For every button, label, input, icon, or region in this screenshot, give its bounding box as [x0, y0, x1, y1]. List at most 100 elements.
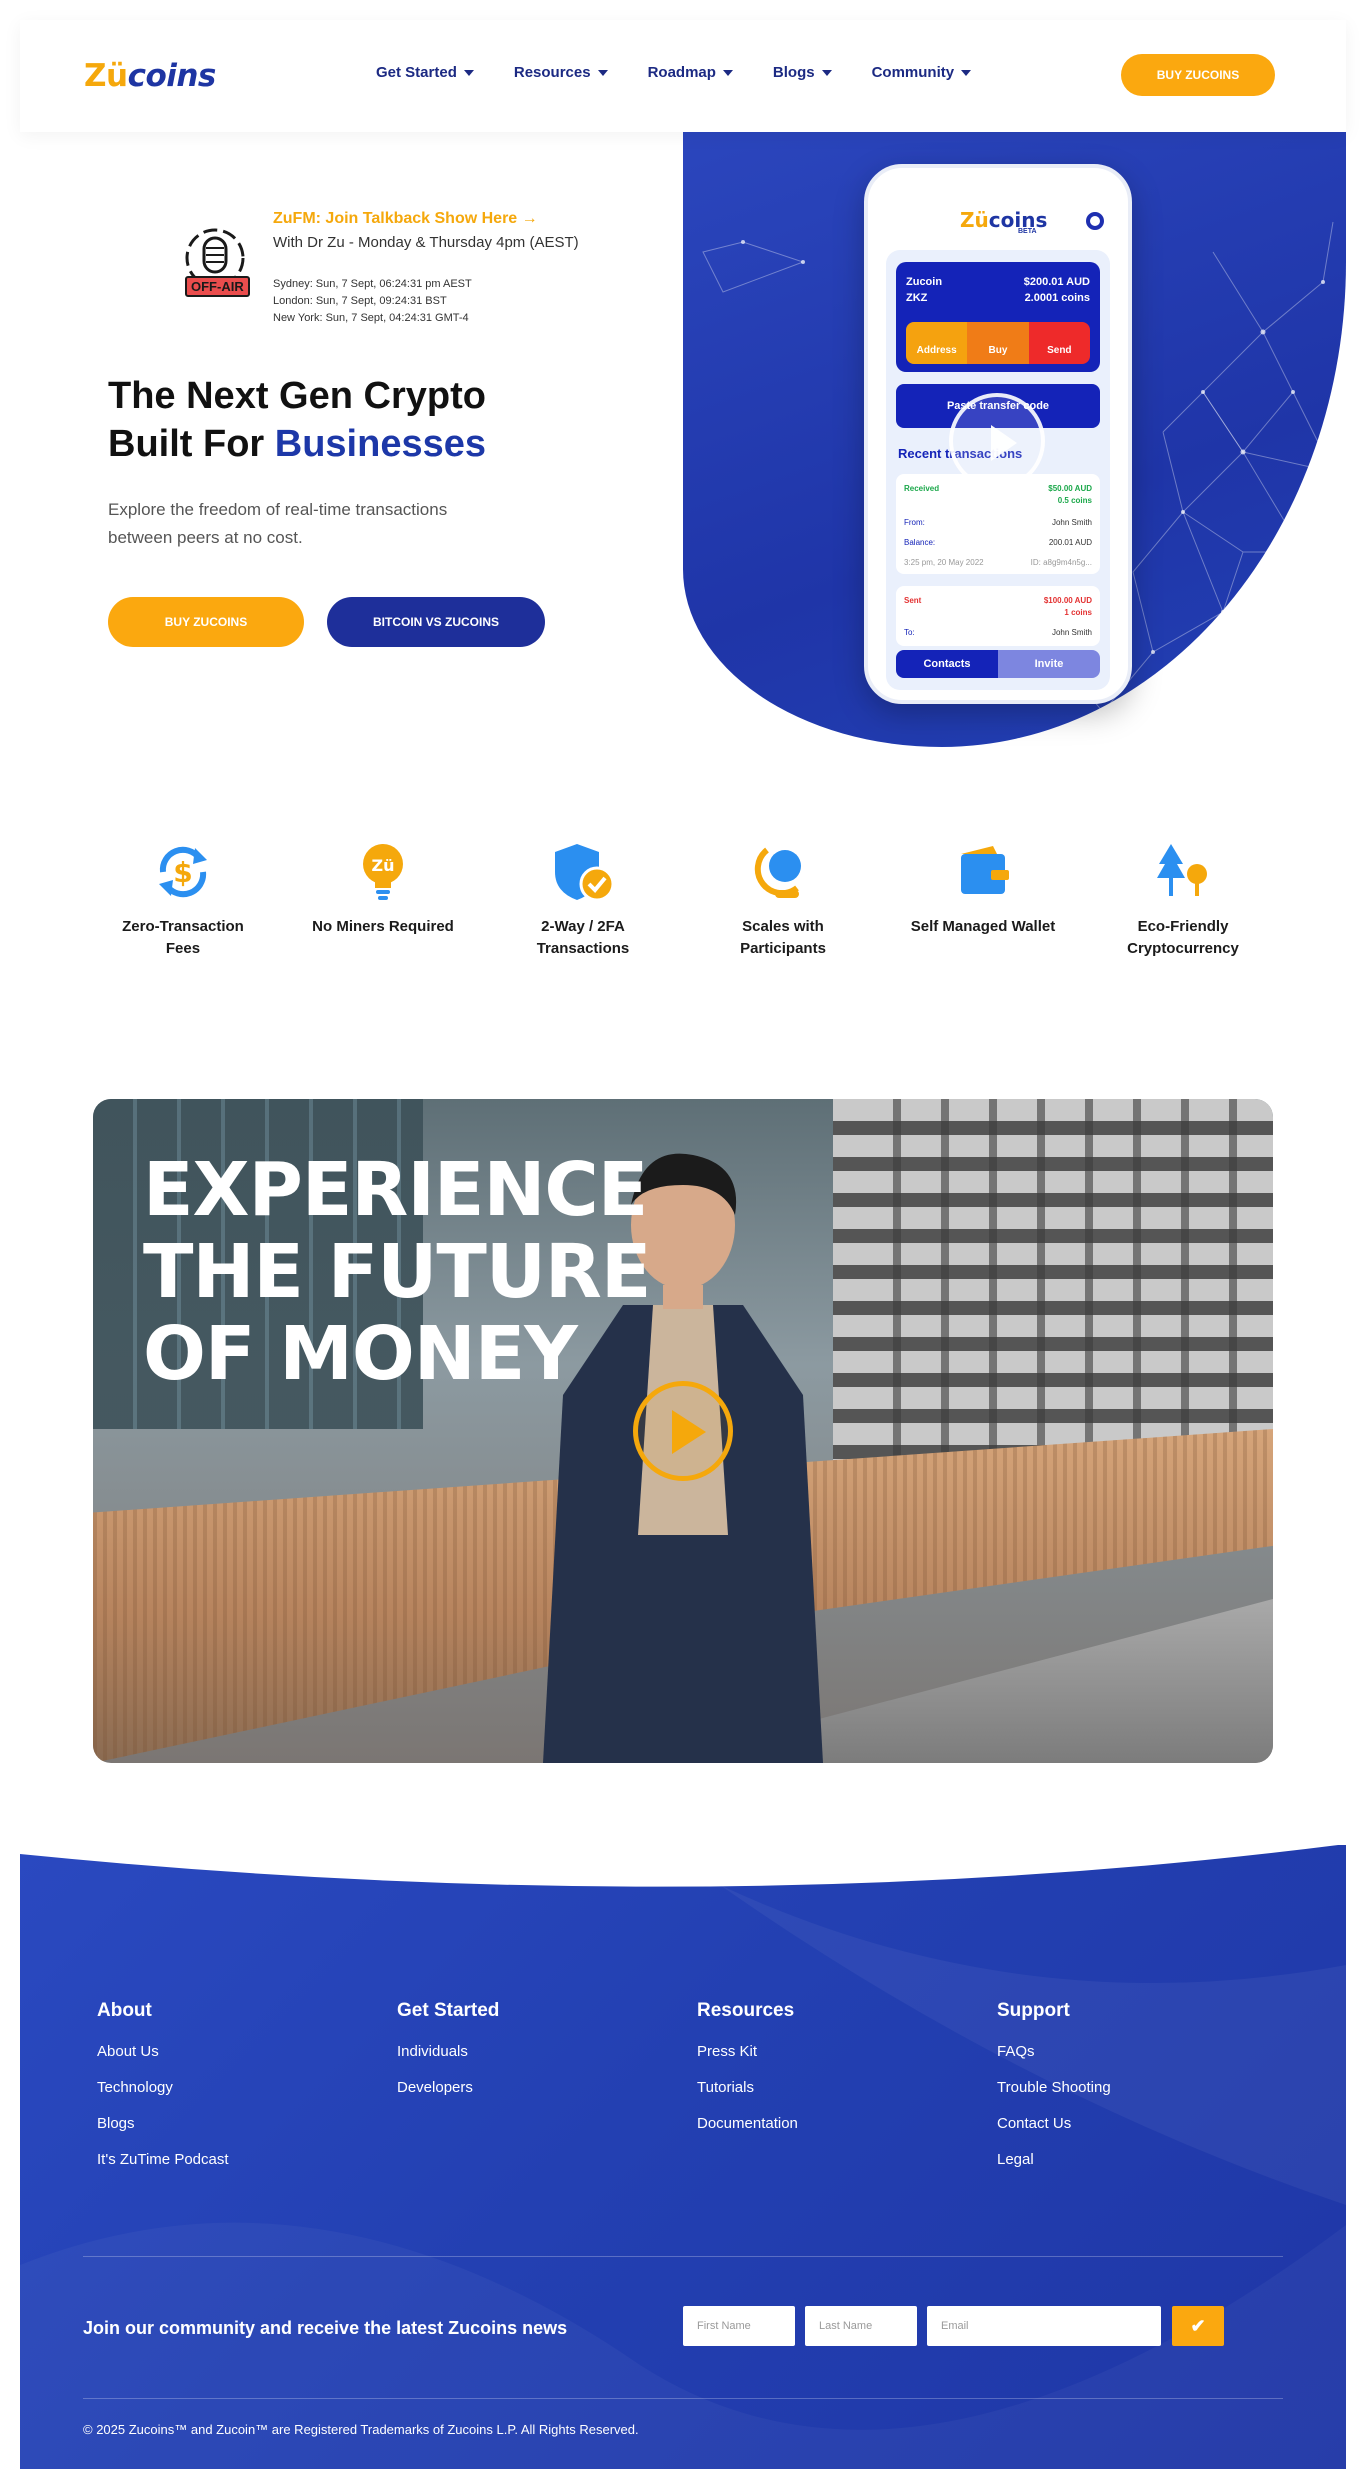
feature-eco: Eco-Friendly Cryptocurrency [1103, 840, 1263, 960]
logo-text: coins [127, 58, 217, 94]
time-new-york: New York: Sun, 7 Sept, 04:24:31 GMT-4 [273, 312, 469, 324]
feature-wallet: Self Managed Wallet [903, 840, 1063, 938]
newsletter-submit-button[interactable]: ✔ [1172, 2306, 1224, 2346]
phone-video-play-button[interactable] [949, 393, 1045, 489]
coin-value: 2.0001 coins [1024, 292, 1090, 304]
phone-tabs: Contacts Invite [896, 650, 1100, 678]
nav-label: Roadmap [647, 64, 716, 81]
main-nav: Get Started Resources Roadmap Blogs Comm… [376, 64, 972, 81]
talkback-schedule: With Dr Zu - Monday & Thursday 4pm (AEST… [273, 234, 579, 251]
tx-date: 3:25 pm, 20 May 2022 [904, 558, 984, 567]
hero-title-line1: The Next Gen Crypto [108, 375, 486, 417]
footer-heading-resources: Resources [697, 2000, 795, 2021]
nav-roadmap[interactable]: Roadmap [648, 64, 733, 81]
copyright-text: © 2025 Zucoins™ and Zucoin™ are Register… [83, 2422, 639, 2437]
nav-label: Get Started [376, 64, 457, 81]
feature-no-miners: Zü No Miners Required [303, 840, 463, 938]
hero-title-line2: Built For Businesses [108, 420, 486, 468]
feature-label: No Miners Required [312, 918, 454, 935]
footer-link-documentation[interactable]: Documentation [697, 2115, 798, 2132]
tx-row: 1 coins [904, 608, 1092, 617]
feature-label: Eco-Friendly Cryptocurrency [1127, 918, 1239, 957]
svg-text:Zü: Zü [372, 856, 395, 875]
feature-zero-fees: $ Zero-Transaction Fees [103, 840, 263, 960]
svg-text:$: $ [173, 856, 192, 889]
tx-type: Received [904, 484, 940, 493]
footer-link-press-kit[interactable]: Press Kit [697, 2043, 757, 2060]
wallet-balance-card: Zucoin ZKZ $200.01 AUD 2.0001 coins Addres… [896, 262, 1100, 372]
nav-community[interactable]: Community [872, 64, 972, 81]
footer-heading-get-started: Get Started [397, 2000, 500, 2021]
tx-coins: 1 coins [1064, 608, 1092, 617]
bitcoin-vs-zucoins-button[interactable]: BITCOIN VS ZUCOINS [327, 597, 545, 647]
gear-icon [1086, 212, 1104, 230]
nav-get-started[interactable]: Get Started [376, 64, 474, 81]
logo-z: Zü [84, 58, 128, 94]
footer-link-developers[interactable]: Developers [397, 2079, 473, 2096]
video-play-button[interactable] [633, 1381, 733, 1481]
email-input[interactable] [927, 2306, 1161, 2346]
tx-coins: 0.5 coins [1057, 496, 1092, 505]
nav-label: Community [871, 64, 955, 81]
footer-link-about-us[interactable]: About Us [97, 2043, 159, 2060]
newsletter-text: Join our community and receive the lates… [83, 2318, 568, 2338]
footer-link-legal[interactable]: Legal [997, 2151, 1034, 2168]
off-air-badge: OFF-AIR [185, 276, 250, 297]
footer-link-blogs[interactable]: Blogs [97, 2115, 135, 2132]
feature-scales: Scales with Participants [703, 840, 863, 960]
send-action: Send [1028, 322, 1090, 364]
footer-link-faqs[interactable]: FAQs [997, 2043, 1035, 2060]
address-action: Address [906, 322, 968, 364]
footer-link-tutorials[interactable]: Tutorials [697, 2079, 754, 2096]
footer-link-podcast[interactable]: It's ZuTime Podcast [97, 2151, 229, 2168]
footer-divider [83, 2398, 1283, 2399]
wallet-actions: Address Buy Send [906, 322, 1090, 364]
hero-title-prefix: Built For [108, 423, 275, 465]
tx-label: Balance: [904, 538, 936, 547]
tx-row: 3:25 pm, 20 May 2022 ID: a8g9m4n5g... [904, 558, 1092, 567]
hero-description: Explore the freedom of real-time transac… [108, 500, 448, 547]
hero-title-highlight: Businesses [274, 423, 486, 465]
invite-tab: Invite [998, 650, 1100, 678]
nav-label: Blogs [772, 64, 815, 81]
coin-names: Zucoin ZKZ [906, 274, 942, 306]
nav-blogs[interactable]: Blogs [773, 64, 832, 81]
nav-resources[interactable]: Resources [514, 64, 608, 81]
header-buy-zucoins-button[interactable]: BUY ZUCOINS [1121, 54, 1275, 96]
talkback-link[interactable]: ZuFM: Join Talkback Show Here → [273, 210, 538, 228]
time-london: London: Sun, 7 Sept, 09:24:31 BST [273, 295, 447, 307]
check-icon: ✔ [1190, 2315, 1206, 2336]
hero-buy-zucoins-button[interactable]: BUY ZUCOINS [108, 597, 304, 647]
footer-divider [83, 2256, 1283, 2257]
tx-value: John Smith [1051, 518, 1092, 527]
last-name-input[interactable] [805, 2306, 917, 2346]
first-name-input[interactable] [683, 2306, 795, 2346]
chevron-down-icon [722, 69, 733, 76]
tx-type: Sent [904, 596, 922, 605]
time-sydney: Sydney: Sun, 7 Sept, 06:24:31 pm AEST [273, 278, 472, 290]
feature-label: Self Managed Wallet [910, 918, 1056, 935]
footer-link-trouble-shooting[interactable]: Trouble Shooting [997, 2079, 1111, 2096]
feature-label: 2-Way / 2FA Transactions [536, 918, 630, 957]
footer-link-technology[interactable]: Technology [97, 2079, 173, 2096]
feature-2fa: 2-Way / 2FA Transactions [503, 840, 663, 960]
globe-stand-icon [754, 847, 801, 898]
phone-logo-z: Zü [960, 208, 989, 232]
tx-amount: $100.00 AUD [1043, 596, 1092, 605]
zucoins-logo[interactable]: Zücoins [84, 58, 216, 94]
chevron-down-icon [821, 69, 832, 76]
footer-link-individuals[interactable]: Individuals [397, 2043, 468, 2060]
chevron-down-icon [961, 69, 972, 76]
beta-label: BETA [1018, 228, 1037, 235]
footer-link-contact-us[interactable]: Contact Us [997, 2115, 1071, 2132]
video-headline: EXPERIENCE THE FUTURE OF MONEY [143, 1147, 651, 1397]
tx-row: To: John Smith [904, 628, 1092, 637]
tx-label: To: [904, 628, 915, 637]
world-clock: Sydney: Sun, 7 Sept, 06:24:31 pm AEST Lo… [273, 276, 472, 327]
trees-icon [1157, 844, 1207, 896]
promo-video[interactable]: EXPERIENCE THE FUTURE OF MONEY [93, 1099, 1273, 1763]
buy-action: Buy [967, 322, 1029, 364]
hero-title: The Next Gen Crypto Built For Businesses [108, 372, 486, 468]
tx-value: 200.01 AUD [1048, 538, 1092, 547]
chevron-down-icon [463, 69, 474, 76]
